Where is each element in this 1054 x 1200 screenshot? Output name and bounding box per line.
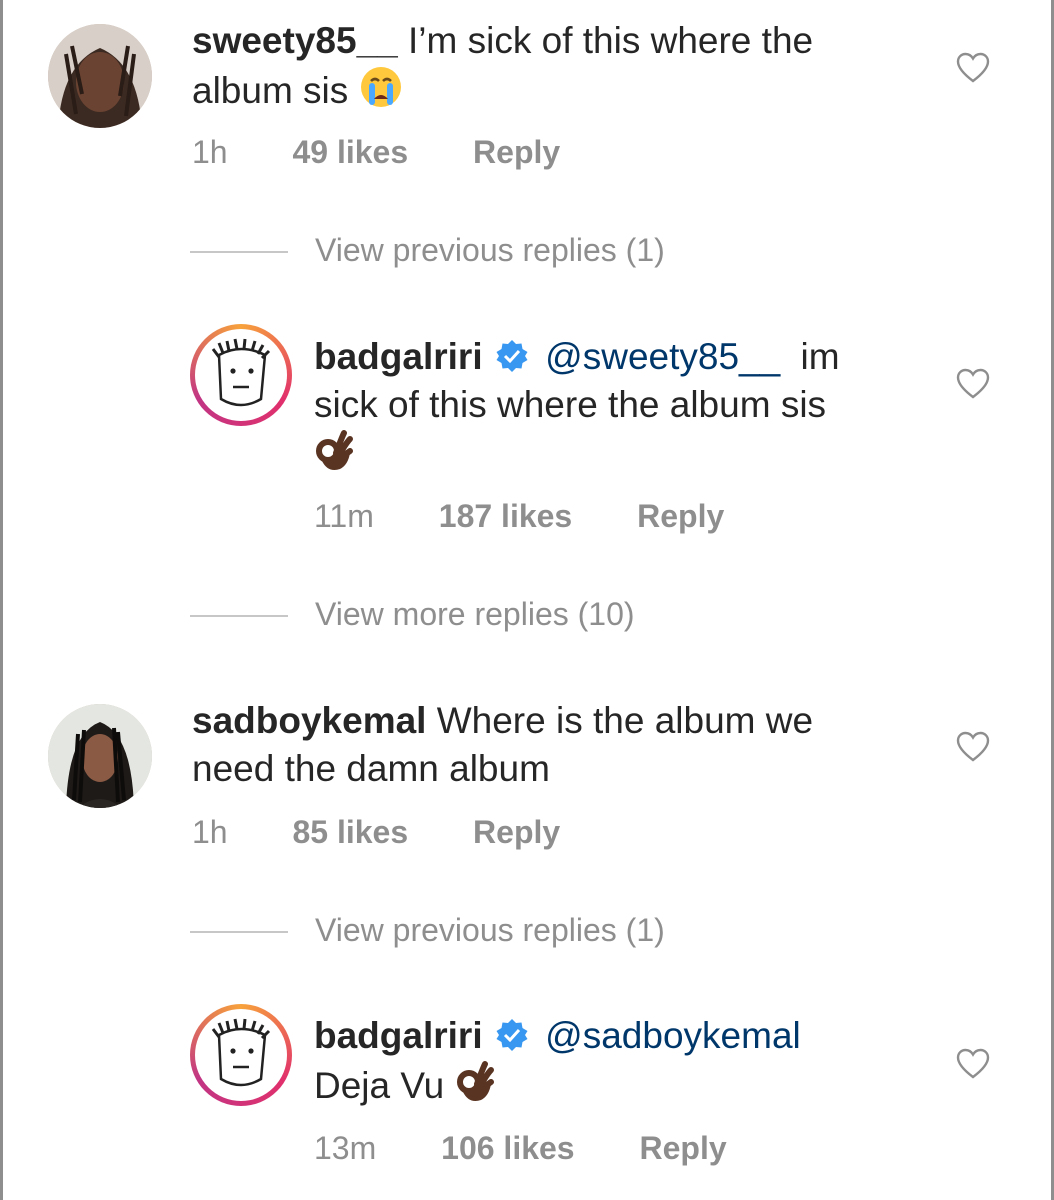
comment-body: badgalriri @sadboykemal Deja Vu xyxy=(314,1012,801,1116)
divider-line xyxy=(190,615,288,617)
comment-text-line2: sick of this where the album sis xyxy=(314,384,827,425)
comment-meta: 1h 85 likes Reply xyxy=(192,814,560,851)
comment-text: I’m sick of this where the xyxy=(408,20,814,61)
likes-count[interactable]: 85 likes xyxy=(292,814,408,850)
comment-meta: 11m 187 likes Reply xyxy=(314,498,724,535)
comment-text: Where is the album we xyxy=(436,700,814,741)
avatar xyxy=(199,333,283,417)
comment-text: im xyxy=(800,336,840,377)
frame-border-left xyxy=(0,0,3,1200)
comment-username[interactable]: badgalriri xyxy=(314,336,483,377)
like-heart-icon[interactable] xyxy=(956,1048,990,1080)
view-replies-label[interactable]: View previous replies (1) xyxy=(315,232,665,269)
avatar[interactable] xyxy=(48,24,152,128)
comment-username[interactable]: sadboykemal xyxy=(192,700,426,741)
comment-text-line2: album sis xyxy=(192,70,349,111)
comment-meta: 1h 49 likes Reply xyxy=(192,134,560,171)
like-heart-icon[interactable] xyxy=(956,52,990,84)
view-replies-label[interactable]: View previous replies (1) xyxy=(315,912,665,949)
like-heart-icon[interactable] xyxy=(956,731,990,763)
reply-button[interactable]: Reply xyxy=(473,814,560,850)
avatar-story-ring[interactable] xyxy=(190,1004,292,1106)
comment-body: badgalriri @sweety85__ im sick of this w… xyxy=(314,333,840,485)
reply-button[interactable]: Reply xyxy=(639,1130,726,1166)
view-replies-label[interactable]: View more replies (10) xyxy=(315,596,635,633)
likes-count[interactable]: 187 likes xyxy=(439,498,572,534)
avatar xyxy=(199,1013,283,1097)
comment-username[interactable]: badgalriri xyxy=(314,1015,483,1056)
avatar[interactable] xyxy=(48,704,152,808)
comment-time: 13m xyxy=(314,1130,377,1166)
ok-hand-icon xyxy=(314,429,354,485)
comment-time: 1h xyxy=(192,814,228,850)
comment-meta: 13m 106 likes Reply xyxy=(314,1130,727,1167)
comment-username[interactable]: sweety85__ xyxy=(192,20,398,61)
verified-badge-icon xyxy=(495,1016,529,1051)
likes-count[interactable]: 49 likes xyxy=(292,134,408,170)
comment-text-line2: need the damn album xyxy=(192,748,550,789)
comment-body: sadboykemal Where is the album we need t… xyxy=(192,697,813,793)
avatar-story-ring[interactable] xyxy=(190,324,292,426)
verified-badge-icon xyxy=(495,337,529,372)
comment-time: 1h xyxy=(192,134,228,170)
comment-body: sweety85__ I’m sick of this where the al… xyxy=(192,17,813,121)
comment-time: 11m xyxy=(314,498,374,534)
crying-face-icon xyxy=(359,65,403,121)
divider-line xyxy=(190,931,288,933)
likes-count[interactable]: 106 likes xyxy=(441,1130,574,1166)
comment-text: Deja Vu xyxy=(314,1065,445,1106)
mention-link[interactable]: @sweety85__ xyxy=(545,336,780,377)
like-heart-icon[interactable] xyxy=(956,368,990,400)
ok-hand-icon xyxy=(455,1060,495,1116)
mention-link[interactable]: @sadboykemal xyxy=(545,1015,801,1056)
reply-button[interactable]: Reply xyxy=(637,498,724,534)
divider-line xyxy=(190,251,288,253)
reply-button[interactable]: Reply xyxy=(473,134,560,170)
